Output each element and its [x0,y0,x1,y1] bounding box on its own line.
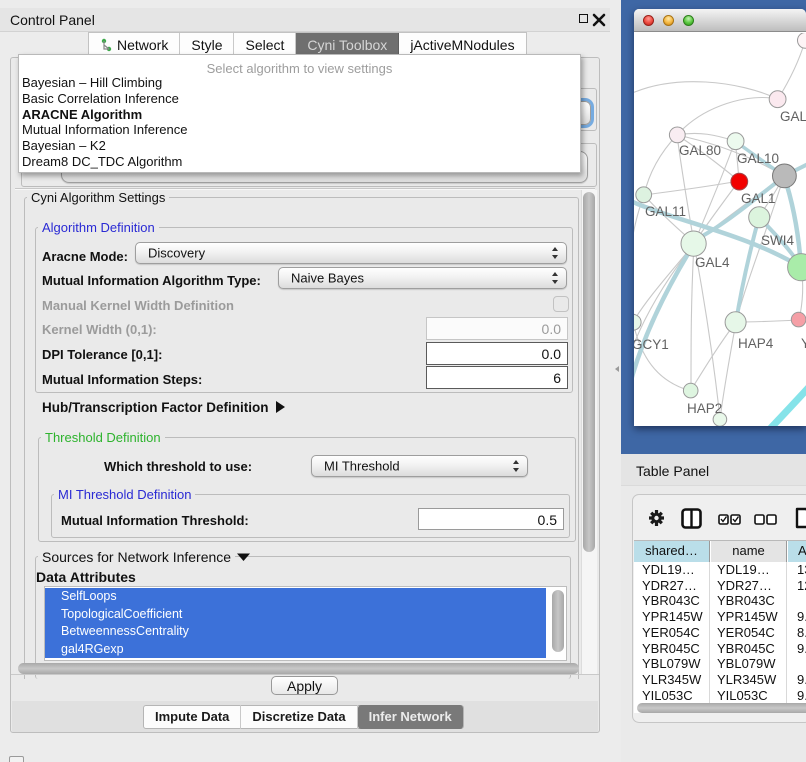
svg-text:GCY1: GCY1 [634,337,669,352]
svg-text:GAL4: GAL4 [695,255,730,270]
svg-text:Y: Y [801,336,806,351]
svg-text:HAP2: HAP2 [687,401,722,416]
svg-text:GAL7: GAL7 [780,109,806,124]
svg-text:SWI4: SWI4 [761,233,794,248]
svg-text:GAL1: GAL1 [741,191,776,206]
svg-text:HAP4: HAP4 [738,336,774,351]
svg-text:GAL10: GAL10 [737,151,779,166]
svg-text:GAL80: GAL80 [679,143,721,158]
svg-text:GAL11: GAL11 [645,204,686,219]
